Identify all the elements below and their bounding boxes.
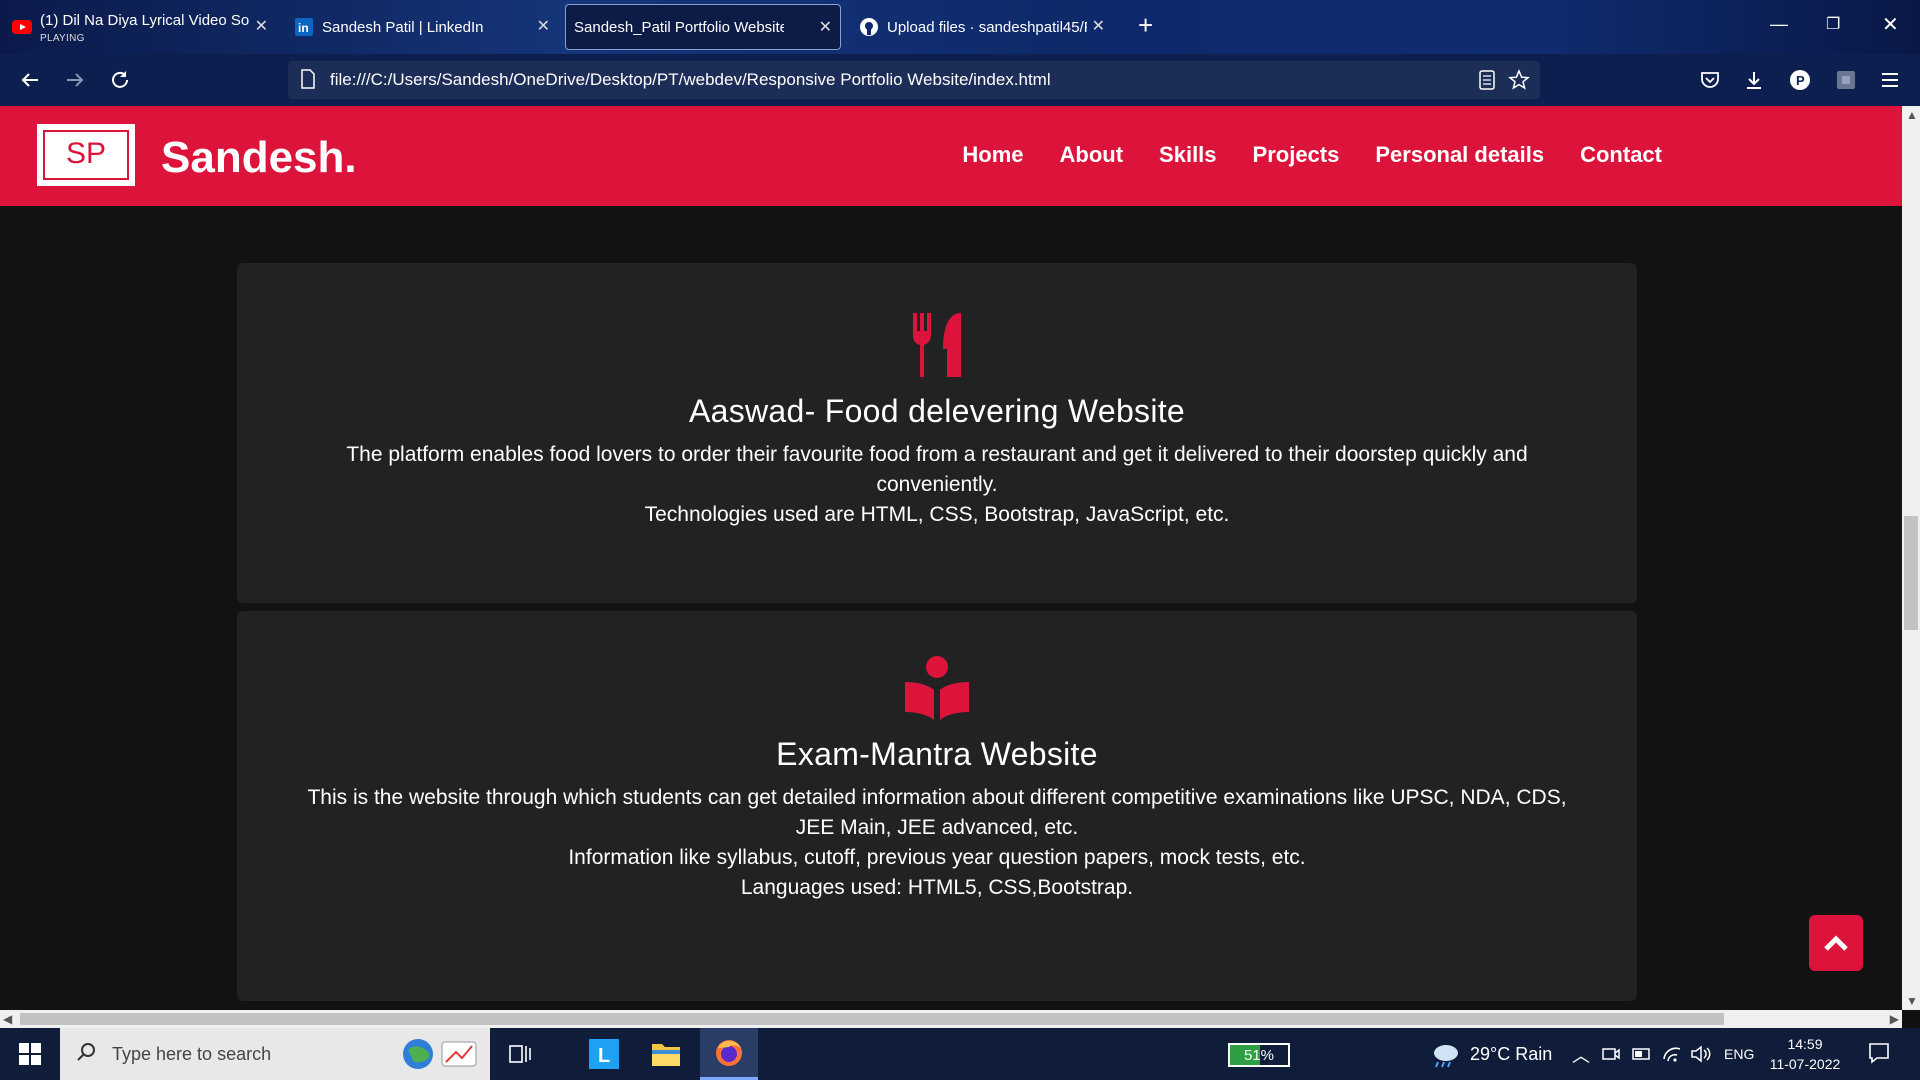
language-indicator[interactable]: ENG	[1724, 1046, 1754, 1062]
scroll-down-arrow-icon[interactable]: ▼	[1906, 994, 1918, 1008]
nav-personal-details[interactable]: Personal details	[1375, 142, 1544, 168]
tab-bar: (1) Dil Na Diya Lyrical Video So PLAYING…	[0, 0, 1920, 54]
svg-text:P: P	[1796, 73, 1805, 88]
horizontal-scroll-thumb[interactable]	[20, 1013, 1724, 1025]
project-card: Exam-Mantra Website This is the website …	[237, 611, 1637, 1001]
tab-title: Sandesh Patil | LinkedIn	[322, 18, 484, 36]
project-card: Aaswad- Food delevering Website The plat…	[237, 263, 1637, 603]
wifi-icon[interactable]	[1662, 1045, 1682, 1068]
logo[interactable]: SP	[37, 124, 135, 186]
task-view-icon[interactable]	[502, 1036, 538, 1072]
chevron-up-icon[interactable]: ︿	[1572, 1042, 1590, 1068]
project-technologies: Technologies used are HTML, CSS, Bootstr…	[644, 503, 1230, 526]
clock-date: 11-07-2022	[1769, 1056, 1841, 1072]
extension-icon[interactable]	[1832, 66, 1860, 94]
scroll-right-arrow-icon[interactable]: ▶	[1890, 1012, 1899, 1026]
nav-about[interactable]: About	[1060, 142, 1124, 168]
tab-github[interactable]: Upload files · sandeshpatil45/Pe ✕	[847, 4, 1113, 50]
profile-icon[interactable]: P	[1786, 66, 1814, 94]
book-reader-icon	[905, 656, 969, 720]
chevron-up-icon	[1824, 935, 1848, 951]
battery-indicator[interactable]: 51%	[1228, 1043, 1290, 1067]
close-tab-icon[interactable]: ✕	[537, 16, 550, 36]
back-button[interactable]	[16, 66, 44, 94]
address-bar[interactable]: file:///C:/Users/Sandesh/OneDrive/Deskto…	[288, 61, 1540, 99]
close-window-button[interactable]: ✕	[1882, 12, 1899, 37]
page-viewport: SP Sandesh. Home About Skills Projects P…	[0, 106, 1902, 1010]
vertical-scroll-thumb[interactable]	[1904, 516, 1918, 630]
project-description: The platform enables food lovers to orde…	[237, 440, 1637, 530]
page-icon	[300, 69, 316, 94]
tab-youtube[interactable]: (1) Dil Na Diya Lyrical Video So PLAYING…	[0, 4, 276, 50]
notification-icon[interactable]	[1868, 1042, 1890, 1069]
search-placeholder: Type here to search	[112, 1043, 272, 1064]
scroll-up-arrow-icon[interactable]: ▲	[1906, 108, 1918, 122]
close-tab-icon[interactable]: ✕	[1092, 16, 1105, 36]
youtube-icon	[12, 17, 32, 37]
url-text: file:///C:/Users/Sandesh/OneDrive/Deskto…	[330, 70, 1051, 89]
tab-title: (1) Dil Na Diya Lyrical Video So	[40, 11, 250, 29]
volume-icon[interactable]	[1690, 1045, 1712, 1068]
downloads-icon[interactable]	[1740, 66, 1768, 94]
battery-icon[interactable]	[1632, 1047, 1652, 1066]
forward-button[interactable]	[61, 66, 89, 94]
project-languages: Languages used: HTML5, CSS,Bootstrap.	[740, 876, 1134, 899]
project-description-line: This is the website through which studen…	[307, 786, 1567, 839]
nav-skills[interactable]: Skills	[1159, 142, 1216, 168]
horizontal-scrollbar[interactable]: ◀ ▶	[0, 1010, 1902, 1028]
taskbar: Type here to search L 51% 29°C Rain ︿ EN…	[0, 1028, 1920, 1080]
browser-toolbar: file:///C:/Users/Sandesh/OneDrive/Deskto…	[0, 54, 1920, 106]
fork-knife-icon	[913, 313, 961, 377]
github-icon	[859, 17, 879, 37]
project-title: Exam-Mantra Website	[776, 736, 1098, 772]
weather-rain-icon[interactable]	[1430, 1042, 1460, 1073]
brand-name[interactable]: Sandesh.	[161, 133, 357, 183]
tab-portfolio-active[interactable]: Sandesh_Patil Portfolio Website ✕	[565, 4, 841, 50]
tab-title: Upload files · sandeshpatil45/Pe	[887, 18, 1087, 36]
clock[interactable]: 14:59 11-07-2022	[1768, 1034, 1842, 1074]
main-nav: Home About Skills Projects Personal deta…	[926, 142, 1662, 168]
weather-text[interactable]: 29°C Rain	[1470, 1044, 1552, 1065]
meet-icon[interactable]	[1602, 1046, 1620, 1067]
firefox-icon[interactable]	[700, 1028, 758, 1080]
close-tab-icon[interactable]: ✕	[255, 16, 268, 36]
minimize-button[interactable]: —	[1770, 14, 1788, 35]
linkedin-icon: in	[294, 17, 314, 37]
new-tab-button[interactable]: +	[1138, 10, 1153, 41]
bookmark-star-icon[interactable]	[1508, 69, 1530, 96]
project-info-line: Information like syllabus, cutoff, previ…	[568, 846, 1306, 869]
search-icon	[76, 1042, 96, 1067]
reader-view-icon[interactable]	[1478, 70, 1496, 95]
windows-start-icon[interactable]	[12, 1036, 48, 1072]
file-explorer-icon[interactable]	[648, 1036, 684, 1072]
scroll-left-arrow-icon[interactable]: ◀	[3, 1012, 12, 1026]
project-title: Aaswad- Food delevering Website	[688, 393, 1186, 429]
tab-linkedin[interactable]: in Sandesh Patil | LinkedIn ✕	[282, 4, 558, 50]
site-header: SP Sandesh. Home About Skills Projects P…	[0, 106, 1902, 206]
vertical-scrollbar[interactable]: ▲ ▼	[1902, 106, 1920, 1010]
project-description: This is the website through which studen…	[237, 783, 1637, 903]
svg-text:in: in	[298, 21, 309, 35]
svg-text:L: L	[598, 1045, 610, 1067]
restore-button[interactable]: ❐	[1826, 14, 1840, 34]
clock-time: 14:59	[1787, 1036, 1823, 1052]
hamburger-menu-icon[interactable]	[1876, 66, 1904, 94]
taskbar-search[interactable]: Type here to search	[60, 1028, 490, 1080]
search-highlight-icon[interactable]	[400, 1036, 480, 1077]
tab-playing-status: PLAYING	[40, 33, 85, 44]
app-l-icon[interactable]: L	[586, 1036, 622, 1072]
battery-percent: 51%	[1243, 1047, 1275, 1064]
scroll-to-top-button[interactable]	[1809, 915, 1863, 971]
project-description-line: The platform enables food lovers to orde…	[346, 443, 1528, 496]
nav-home[interactable]: Home	[962, 142, 1023, 168]
nav-projects[interactable]: Projects	[1253, 142, 1340, 168]
tab-title: Sandesh_Patil Portfolio Website	[574, 18, 784, 36]
close-tab-icon[interactable]: ✕	[819, 17, 832, 37]
nav-contact[interactable]: Contact	[1580, 142, 1662, 168]
logo-text: SP	[43, 130, 129, 180]
reload-button[interactable]	[106, 66, 134, 94]
pocket-icon[interactable]	[1696, 66, 1724, 94]
